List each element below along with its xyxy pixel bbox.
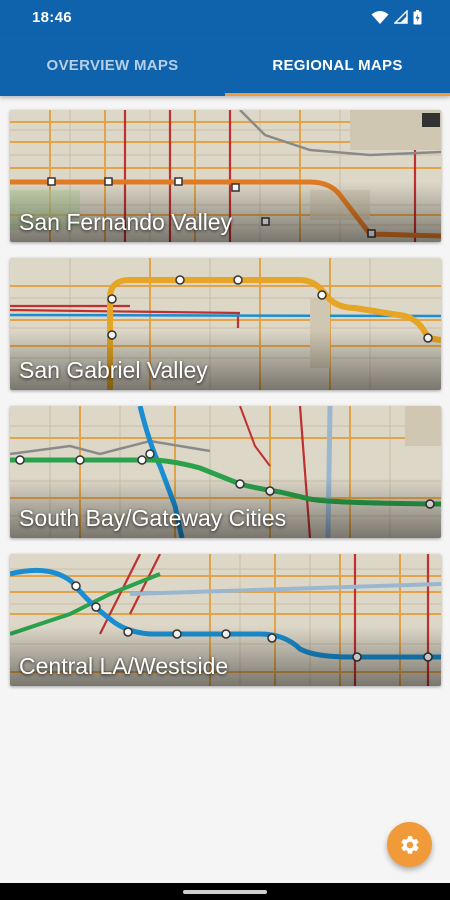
tab-regional-maps[interactable]: REGIONAL MAPS — [225, 34, 450, 96]
tab-bar: OVERVIEW MAPS REGIONAL MAPS — [0, 34, 450, 96]
region-title: South Bay/Gateway Cities — [19, 505, 287, 531]
status-time: 18:46 — [32, 9, 72, 26]
region-card-south-bay-gateway-cities[interactable]: South Bay/Gateway Cities — [10, 406, 441, 538]
wifi-icon — [371, 10, 389, 24]
region-card-central-la-westside[interactable]: Central LA/Westside — [10, 554, 441, 686]
battery-icon — [413, 9, 422, 24]
tab-selected-indicator — [225, 93, 450, 96]
status-bar: 18:46 — [0, 0, 450, 34]
region-title: Central LA/Westside — [19, 653, 229, 679]
navigation-bar — [0, 883, 450, 900]
home-gesture-handle[interactable] — [183, 890, 267, 894]
region-title: San Fernando Valley — [19, 209, 233, 235]
signal-icon — [394, 10, 408, 24]
region-list: San Fernando Valley San Gabriel Valley S… — [10, 110, 441, 702]
tab-overview-maps[interactable]: OVERVIEW MAPS — [0, 34, 225, 96]
status-icons — [371, 8, 422, 26]
settings-button[interactable] — [387, 822, 432, 867]
region-title: San Gabriel Valley — [19, 357, 208, 383]
region-card-san-gabriel-valley[interactable]: San Gabriel Valley — [10, 258, 441, 390]
region-card-san-fernando-valley[interactable]: San Fernando Valley — [10, 110, 441, 242]
gear-icon — [400, 835, 419, 854]
